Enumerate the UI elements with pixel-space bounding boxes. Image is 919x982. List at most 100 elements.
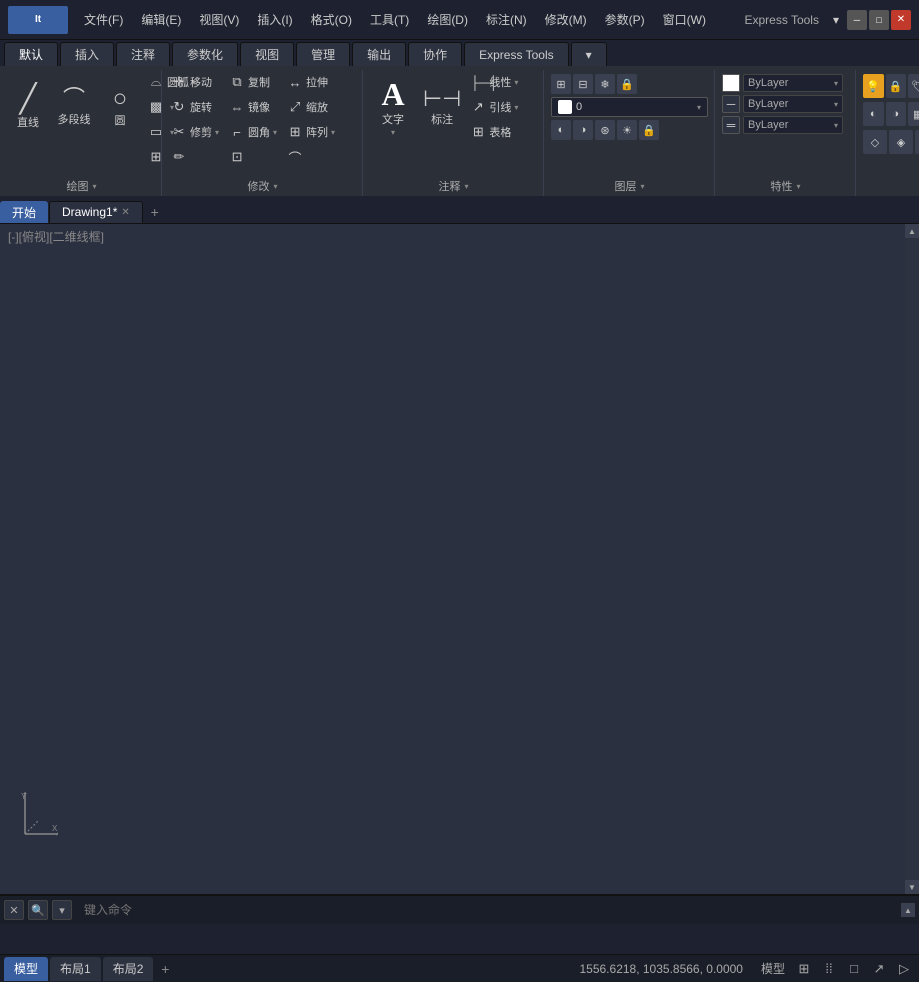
canvas-area[interactable]: [-][俯视][二维线框] X Y	[0, 224, 919, 894]
polyline-tool[interactable]: ⌒ 多段线	[52, 70, 96, 144]
ribbon-tab-2[interactable]: 注释	[116, 42, 170, 66]
command-line: ✕ 🔍 ▾ ▲	[0, 894, 919, 954]
ribbon-tab-1[interactable]: 插入	[60, 42, 114, 66]
array-tool[interactable]: ⊞ 阵列 ▾	[283, 120, 339, 144]
lock2-icon[interactable]: 🔒	[886, 74, 907, 98]
model-tab[interactable]: 模型	[4, 957, 48, 981]
cmd-input-field[interactable]	[84, 903, 897, 917]
layer-off-btn[interactable]: ☀	[617, 120, 637, 140]
add-layout-tab[interactable]: +	[155, 959, 175, 979]
cmd-close-btn[interactable]: ✕	[4, 900, 24, 920]
ribbon-tab-9[interactable]: ▾	[571, 42, 607, 66]
select-icon2[interactable]: ◈	[889, 130, 913, 154]
menu-item-T[interactable]: 工具(T)	[362, 7, 417, 32]
linear-dim-tool[interactable]: ├─┤ 线性 ▾	[466, 70, 522, 94]
snap-grid-icon[interactable]: ⊞	[793, 958, 815, 980]
layout2-tab[interactable]: 布局2	[103, 957, 154, 981]
layer-dropdown[interactable]: 0 ▾	[551, 97, 708, 117]
linetype-dropdown[interactable]: ByLayer ▾	[743, 95, 843, 113]
cmd-search-btn[interactable]: 🔍	[28, 900, 48, 920]
menu-item-I[interactable]: 插入(I)	[249, 7, 300, 32]
scroll-up-arrow[interactable]: ▲	[905, 224, 919, 238]
start-tab[interactable]: 开始	[0, 201, 48, 223]
scroll-down-arrow[interactable]: ▼	[905, 880, 919, 894]
properties-group-label[interactable]: 特性 ▾	[720, 176, 851, 196]
gradient-icon2[interactable]: ◑	[886, 102, 907, 126]
gradient-icon1[interactable]: ◐	[863, 102, 884, 126]
ribbon-tab-5[interactable]: 管理	[296, 42, 350, 66]
text-tool[interactable]: A 文字 ▾	[368, 70, 418, 144]
ribbon-tab-3[interactable]: 参数化	[172, 42, 238, 66]
freeze-layer-btn[interactable]: ❄	[595, 74, 615, 94]
rotate-icon: ↻	[171, 99, 187, 115]
clip-tool[interactable]: ⊡	[225, 145, 281, 169]
ribbon-tab-8[interactable]: Express Tools	[464, 42, 568, 66]
pattern-icon[interactable]: ▦	[908, 102, 919, 126]
menu-item-N[interactable]: 标注(N)	[478, 7, 535, 32]
copy-tool[interactable]: ⧉ 复制	[225, 70, 281, 94]
polar-icon[interactable]: ↗	[868, 958, 890, 980]
bulb-icon[interactable]: 💡	[863, 74, 884, 98]
menu-item-W[interactable]: 窗口(W)	[655, 7, 714, 32]
maximize-btn[interactable]: □	[869, 10, 889, 30]
mirror-tool[interactable]: ⇔ 镜像	[225, 95, 281, 119]
menu-item-M[interactable]: 修改(M)	[537, 7, 595, 32]
ortho-icon[interactable]: □	[843, 958, 865, 980]
app-logo: It	[8, 6, 68, 34]
layer-unisolate-btn[interactable]: ◑	[573, 120, 593, 140]
drawing1-close[interactable]: ✕	[121, 207, 129, 218]
rotate-tool[interactable]: ↻ 旋转	[167, 95, 223, 119]
ribbon-tab-0[interactable]: 默认	[4, 42, 58, 66]
freehand-tool[interactable]: ✏	[167, 145, 223, 169]
menu-item-O[interactable]: 格式(O)	[303, 7, 360, 32]
select-icon1[interactable]: ◇	[863, 130, 887, 154]
trim-tool[interactable]: ✂ 修剪 ▾	[167, 120, 223, 144]
cmd-scroll-up[interactable]: ▲	[901, 903, 915, 917]
line-tool[interactable]: ╱ 直线	[6, 70, 50, 144]
layer-freeze-btn[interactable]: ⊛	[595, 120, 615, 140]
menu-item-E[interactable]: 编辑(E)	[133, 7, 189, 32]
menu-item-P[interactable]: 参数(P)	[597, 7, 653, 32]
tag-icon[interactable]: 🏷	[908, 74, 919, 98]
layer-state-btn[interactable]: ⊟	[573, 74, 593, 94]
dimension-tool[interactable]: ⊢⊣ 标注	[420, 70, 464, 144]
ribbon-tab-7[interactable]: 协作	[408, 42, 462, 66]
drawing1-tab[interactable]: Drawing1* ✕	[49, 201, 143, 223]
menu-item-D[interactable]: 绘图(D)	[419, 7, 476, 32]
close-btn[interactable]: ✕	[891, 10, 911, 30]
menu-item-V[interactable]: 视图(V)	[191, 7, 247, 32]
cmd-dropdown-btn[interactable]: ▾	[52, 900, 72, 920]
table-tool[interactable]: ⊞ 表格	[466, 120, 522, 144]
modify-group-label[interactable]: 修改 ▾	[167, 176, 358, 196]
layer-panel-btn[interactable]: ⊞	[551, 74, 571, 94]
lock-layer-btn[interactable]: 🔒	[617, 74, 637, 94]
layer-iso-btn[interactable]: ◐	[551, 120, 571, 140]
scale-tool[interactable]: ⤢ 缩放	[283, 95, 339, 119]
grid-dots-icon[interactable]: ⁞⁞	[818, 958, 840, 980]
join-icon: ⌒	[287, 148, 303, 167]
select-icon3[interactable]: ◉	[915, 130, 919, 154]
leader-tool[interactable]: ↗ 引线 ▾	[466, 95, 522, 119]
layer-group-label[interactable]: 图层 ▾	[549, 176, 710, 196]
osnap-icon[interactable]: ▷	[893, 958, 915, 980]
ribbon-tab-4[interactable]: 视图	[240, 42, 294, 66]
draw-group-label[interactable]: 绘图 ▾	[6, 176, 157, 196]
circle-tool[interactable]: ○ 圆	[98, 70, 142, 144]
stretch-tool[interactable]: ↔ 拉伸	[283, 70, 339, 94]
layout1-tab[interactable]: 布局1	[50, 957, 101, 981]
annotate-group-label[interactable]: 注释 ▾	[368, 176, 539, 196]
color-dropdown[interactable]: ByLayer ▾	[743, 74, 843, 92]
fillet-tool[interactable]: ⌐ 圆角 ▾	[225, 120, 281, 144]
start-tab-label: 开始	[12, 204, 36, 221]
title-bar: It 文件(F)编辑(E)视图(V)插入(I)格式(O)工具(T)绘图(D)标注…	[0, 0, 919, 40]
join-tool[interactable]: ⌒	[283, 145, 339, 169]
layer-lock-btn[interactable]: 🔒	[639, 120, 659, 140]
ribbon-tab-6[interactable]: 输出	[352, 42, 406, 66]
minimize-btn[interactable]: ─	[847, 10, 867, 30]
menu-extra[interactable]: ▾	[829, 13, 843, 27]
add-drawing-tab[interactable]: +	[144, 201, 166, 223]
menu-item-F[interactable]: 文件(F)	[76, 7, 131, 32]
move-tool[interactable]: ✛ 移动	[167, 70, 223, 94]
lineweight-dropdown[interactable]: ByLayer ▾	[743, 116, 843, 134]
express-tools-label[interactable]: Express Tools	[744, 13, 828, 27]
